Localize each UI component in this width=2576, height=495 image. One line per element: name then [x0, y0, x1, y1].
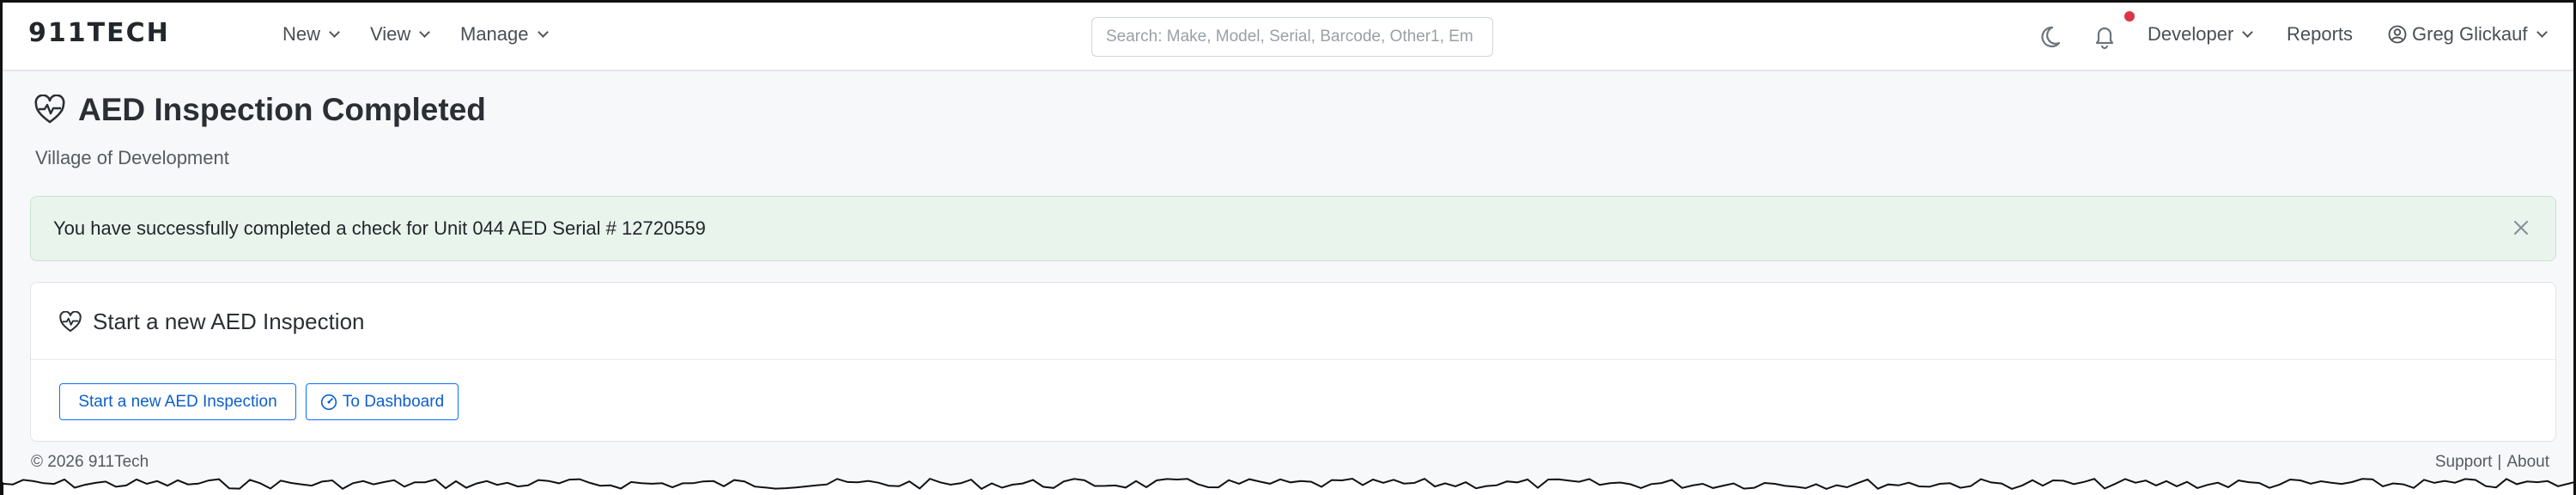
- footer-support-link[interactable]: Support: [2435, 453, 2493, 472]
- organization-name: Village of Development: [35, 147, 229, 168]
- nav-link-reports[interactable]: Reports: [2287, 23, 2353, 46]
- nav-menu-view[interactable]: View: [370, 23, 431, 46]
- nav-menu-user-label: Greg Glickauf: [2412, 23, 2528, 45]
- moon-icon[interactable]: [2034, 21, 2065, 52]
- app-window: 911TECH New View Manage Search: Make, Mo…: [0, 0, 2576, 495]
- nav-menu-user[interactable]: Greg Glickauf: [2388, 23, 2548, 46]
- new-inspection-card: Start a new AED Inspection Start a new A…: [30, 282, 2556, 442]
- dashboard-gauge-icon: [320, 394, 337, 410]
- chevron-down-icon: [329, 26, 340, 38]
- nav-menu-manage-label: Manage: [460, 23, 529, 45]
- chevron-down-icon: [419, 26, 431, 38]
- nav-menu-developer-label: Developer: [2148, 23, 2234, 45]
- footer-separator: |: [2497, 453, 2502, 471]
- card-header: Start a new AED Inspection: [31, 283, 2555, 360]
- brand-logo[interactable]: 911TECH: [28, 18, 170, 48]
- page-title: AED Inspection Completed: [78, 92, 486, 127]
- nav-menu-new-label: New: [283, 23, 321, 45]
- torn-edge-decoration: [3, 477, 2573, 495]
- bell-icon[interactable]: [2089, 21, 2120, 52]
- start-new-inspection-button[interactable]: Start a new AED Inspection: [59, 383, 296, 420]
- global-search-input[interactable]: [1091, 17, 1493, 57]
- nav-menu-manage[interactable]: Manage: [460, 23, 549, 46]
- chevron-down-icon: [2242, 26, 2254, 38]
- footer-about-link[interactable]: About: [2506, 453, 2549, 472]
- notification-badge-dot: [2124, 11, 2135, 21]
- footer-links: Support | About: [2435, 453, 2549, 472]
- card-title-text: Start a new AED Inspection: [93, 309, 365, 334]
- top-navbar: 911TECH New View Manage Search: Make, Mo…: [3, 3, 2573, 71]
- chevron-down-icon: [537, 26, 549, 38]
- chevron-down-icon: [2536, 26, 2548, 38]
- nav-menu-developer[interactable]: Developer: [2148, 23, 2254, 46]
- user-circle-icon: [2388, 25, 2407, 44]
- success-alert: You have successfully completed a check …: [30, 196, 2556, 261]
- nav-menu-view-label: View: [370, 23, 411, 45]
- page-header: AED Inspection Completed: [33, 92, 486, 128]
- to-dashboard-button-label: To Dashboard: [342, 392, 445, 411]
- footer-copyright: © 2026 911Tech: [31, 453, 149, 471]
- nav-menu-new[interactable]: New: [283, 23, 340, 46]
- card-title: Start a new AED Inspection: [58, 309, 365, 335]
- success-alert-message: You have successfully completed a check …: [53, 217, 706, 239]
- to-dashboard-button[interactable]: To Dashboard: [306, 383, 459, 420]
- start-new-inspection-button-label: Start a new AED Inspection: [78, 392, 277, 411]
- heart-pulse-icon: [34, 95, 65, 124]
- heart-pulse-icon: [59, 310, 82, 332]
- close-icon[interactable]: [2509, 216, 2533, 240]
- nav-link-reports-label: Reports: [2287, 23, 2354, 45]
